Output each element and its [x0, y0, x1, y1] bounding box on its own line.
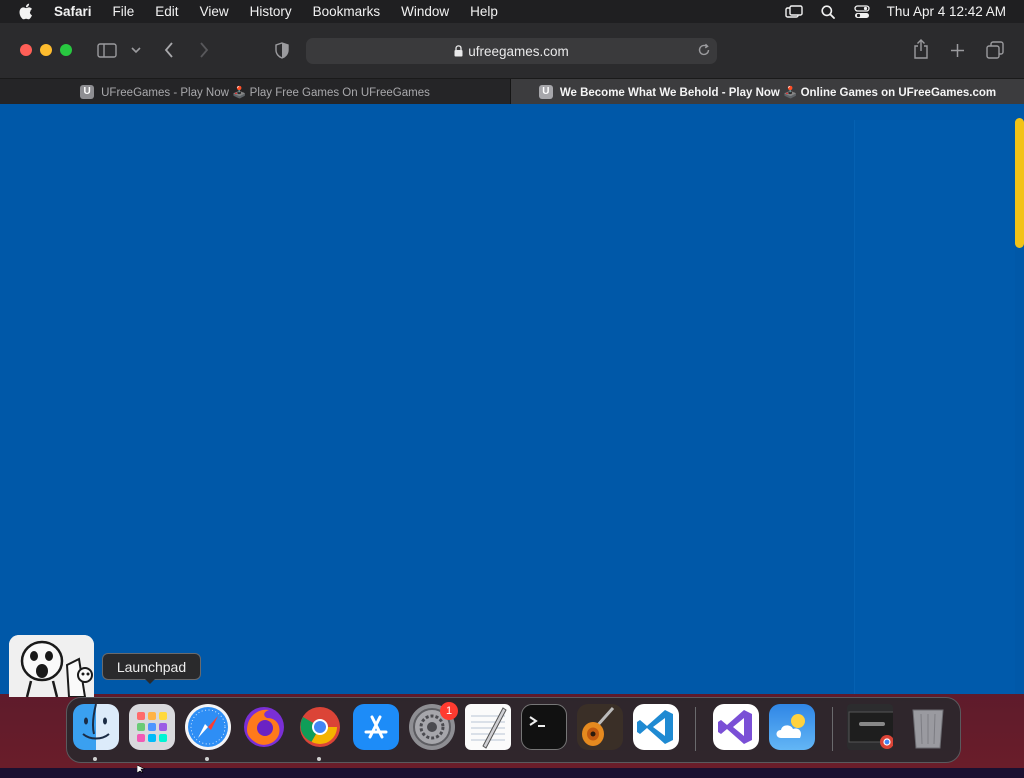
- menu-file[interactable]: File: [113, 4, 135, 19]
- forward-icon[interactable]: [195, 41, 213, 59]
- reload-icon[interactable]: [697, 43, 711, 60]
- tab-title: We Become What We Behold - Play Now 🕹️ O…: [559, 86, 997, 99]
- dock-separator: [832, 707, 833, 751]
- dock-google-chrome[interactable]: [297, 704, 343, 750]
- dock-safari[interactable]: [185, 704, 231, 750]
- safari-toolbar: ufreegames.com: [0, 23, 1024, 79]
- launchpad-tooltip: Launchpad: [102, 653, 201, 680]
- menu-history[interactable]: History: [250, 4, 292, 19]
- ufreegames-favicon-icon: U: [80, 84, 95, 99]
- menu-window[interactable]: Window: [401, 4, 449, 19]
- dock-safari-running-dot: [205, 757, 209, 761]
- menu-help[interactable]: Help: [470, 4, 498, 19]
- dock-visual-studio[interactable]: [713, 704, 759, 750]
- dock-trash[interactable]: [905, 704, 951, 750]
- address-bar[interactable]: ufreegames.com: [306, 38, 717, 64]
- menubar-clock[interactable]: Thu Apr 4 12:42 AM: [887, 4, 1006, 19]
- tooltip-arrow: [144, 678, 156, 684]
- tab-we-become-what-we-behold[interactable]: U We Become What We Behold - Play Now 🕹️…: [511, 79, 1024, 104]
- control-center-icon[interactable]: [851, 4, 873, 20]
- apple-icon[interactable]: [18, 3, 38, 20]
- close-window-button[interactable]: [20, 44, 32, 56]
- game-character-thumbnail[interactable]: [9, 635, 94, 697]
- page-scrollbar[interactable]: [1015, 118, 1024, 248]
- screen-mirroring-icon[interactable]: [783, 4, 805, 20]
- dock-chrome-window-minimized[interactable]: [847, 704, 893, 750]
- tab-overview-icon[interactable]: [985, 40, 1005, 60]
- dock-weather[interactable]: [769, 704, 815, 750]
- sidebar-icon[interactable]: [96, 41, 118, 59]
- dock-launchpad[interactable]: [129, 704, 175, 750]
- dock-firefox[interactable]: [241, 704, 287, 750]
- new-tab-icon[interactable]: [948, 41, 966, 59]
- minimize-window-button[interactable]: [40, 44, 52, 56]
- back-icon[interactable]: [160, 41, 178, 59]
- web-page-content[interactable]: [0, 104, 1024, 694]
- url-text: ufreegames.com: [468, 43, 569, 59]
- dock-finder[interactable]: [73, 704, 119, 750]
- dock-garageband[interactable]: [577, 704, 623, 750]
- tab-title: UFreeGames - Play Now 🕹️ Play Free Games…: [101, 86, 430, 99]
- dock-chrome-running-dot: [317, 757, 321, 761]
- dock-app-store[interactable]: [353, 704, 399, 750]
- menu-bar: Safari File Edit View History Bookmarks …: [0, 0, 1024, 23]
- dock-finder-running-dot: [93, 757, 97, 761]
- menu-view[interactable]: View: [200, 4, 229, 19]
- ufreegames-favicon-icon: U: [538, 84, 553, 99]
- menu-app-safari[interactable]: Safari: [54, 4, 92, 19]
- tab-bar: U UFreeGames - Play Now 🕹️ Play Free Gam…: [0, 79, 1024, 104]
- zoom-window-button[interactable]: [60, 44, 72, 56]
- dock-textedit[interactable]: [465, 704, 511, 750]
- search-icon[interactable]: [817, 4, 839, 20]
- chevron-down-icon[interactable]: [130, 44, 142, 56]
- tab-ufreegames-home[interactable]: U UFreeGames - Play Now 🕹️ Play Free Gam…: [0, 79, 511, 104]
- lock-icon: [454, 45, 463, 57]
- dock-terminal[interactable]: [521, 704, 567, 750]
- dock-visual-studio-code[interactable]: [633, 704, 679, 750]
- page-side-panel: [854, 120, 1015, 694]
- settings-notification-badge: 1: [440, 702, 458, 720]
- dock-separator: [695, 707, 696, 751]
- menu-bookmarks[interactable]: Bookmarks: [313, 4, 381, 19]
- menu-edit[interactable]: Edit: [155, 4, 178, 19]
- privacy-shield-icon[interactable]: [273, 41, 291, 59]
- share-icon[interactable]: [911, 38, 931, 60]
- mouse-cursor-icon: [136, 760, 147, 778]
